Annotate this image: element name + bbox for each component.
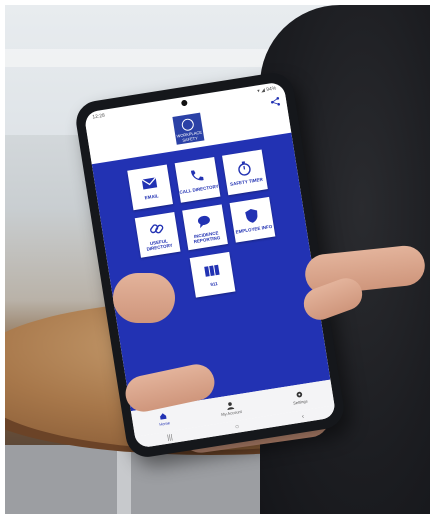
tile-911[interactable]: 911 — [189, 251, 236, 298]
mail-icon — [141, 177, 158, 190]
tile-label: SAFETY TIMER — [229, 176, 264, 187]
logo-emblem — [180, 117, 195, 132]
tile-useful-directory[interactable]: USEFUL DIRECTORY — [134, 211, 181, 258]
tile-call-directory[interactable]: CALL DIRECTORY — [174, 157, 221, 203]
status-indicators: ▾ ◢ 94% — [256, 85, 277, 95]
home-icon — [160, 413, 167, 420]
tile-label: EMPLOYEE INFO — [235, 223, 273, 235]
chat-icon — [197, 215, 210, 228]
tile-label: EMAIL — [144, 193, 159, 201]
nav-label: Settings — [292, 398, 308, 406]
status-time: 12:28 — [92, 112, 106, 121]
tile-label: USEFUL DIRECTORY — [146, 237, 173, 252]
tile-label: CALL DIRECTORY — [179, 183, 219, 195]
tile-label: INCIDENCE REPORTING — [193, 229, 221, 244]
thumb — [113, 273, 175, 323]
nav-settings[interactable]: Settings — [291, 390, 308, 406]
tile-employee-info[interactable]: EMPLOYEE INFO — [229, 196, 276, 243]
home-button-icon[interactable]: ○ — [235, 423, 240, 431]
shield-icon — [245, 208, 258, 223]
user-icon — [227, 402, 235, 411]
nav-my-account[interactable]: My Account — [220, 400, 243, 418]
share-icon[interactable] — [270, 96, 281, 107]
recent-apps-icon[interactable]: ||| — [167, 434, 173, 442]
app-logo: WORKPLACE SAFETY — [172, 112, 205, 145]
nav-label: My Account — [220, 408, 243, 418]
main-panel: EMAIL CALL DIRECTORY SAFETY TIMER USEFUL… — [91, 132, 331, 412]
nav-home[interactable]: Home — [158, 411, 171, 427]
stopwatch-icon — [238, 161, 251, 176]
tile-safety-timer[interactable]: SAFETY TIMER — [222, 149, 268, 196]
keypad-icon — [204, 264, 220, 277]
logo-text: WORKPLACE SAFETY — [176, 129, 203, 143]
tile-incidence-reporting[interactable]: INCIDENCE REPORTING — [182, 204, 228, 251]
nav-label: Home — [158, 420, 171, 427]
table-leg — [117, 445, 131, 514]
tile-email[interactable]: EMAIL — [127, 164, 174, 211]
back-icon[interactable]: ‹ — [301, 413, 304, 420]
photo-scene: 12:28 ▾ ◢ 94% WORKPLACE SAFETY EMAIL CAL… — [5, 5, 430, 514]
gear-icon — [296, 391, 302, 398]
tile-label: 911 — [210, 281, 219, 288]
phone-icon — [191, 170, 204, 181]
link-icon — [149, 223, 164, 233]
